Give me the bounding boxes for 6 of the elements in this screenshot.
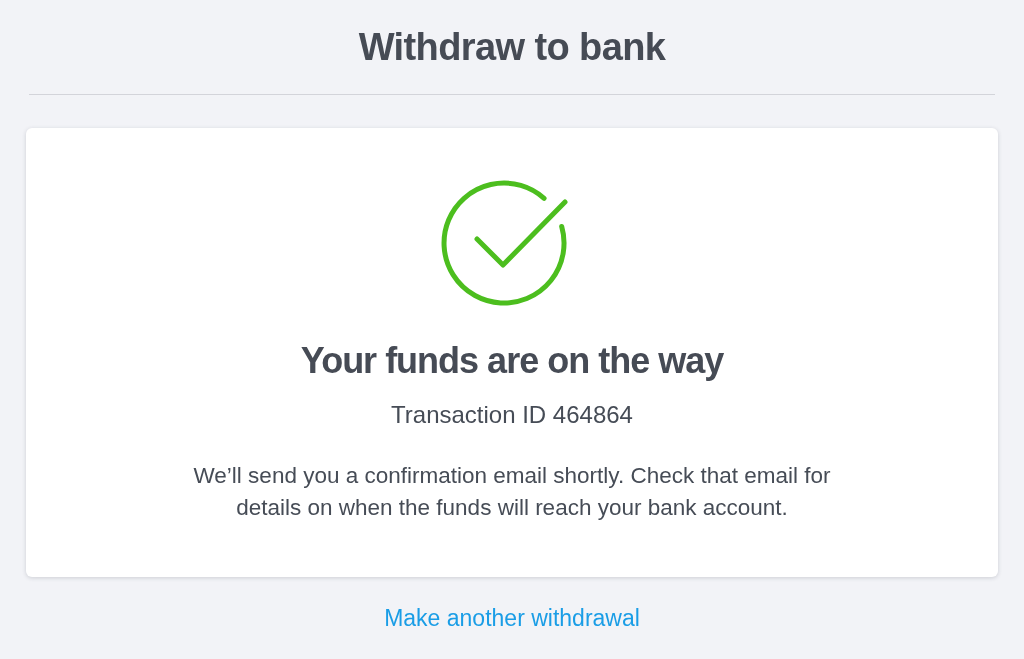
page-title: Withdraw to bank <box>358 25 666 69</box>
make-another-withdrawal-link[interactable]: Make another withdrawal <box>384 604 640 632</box>
transaction-id: Transaction ID 464864 <box>391 400 633 430</box>
success-heading: Your funds are on the way <box>300 339 724 383</box>
confirmation-message: We’ll send you a confirmation email shortly. Check that email for details on when the funds will reach your bank account. <box>192 462 832 522</box>
check-circle-icon <box>439 178 569 308</box>
